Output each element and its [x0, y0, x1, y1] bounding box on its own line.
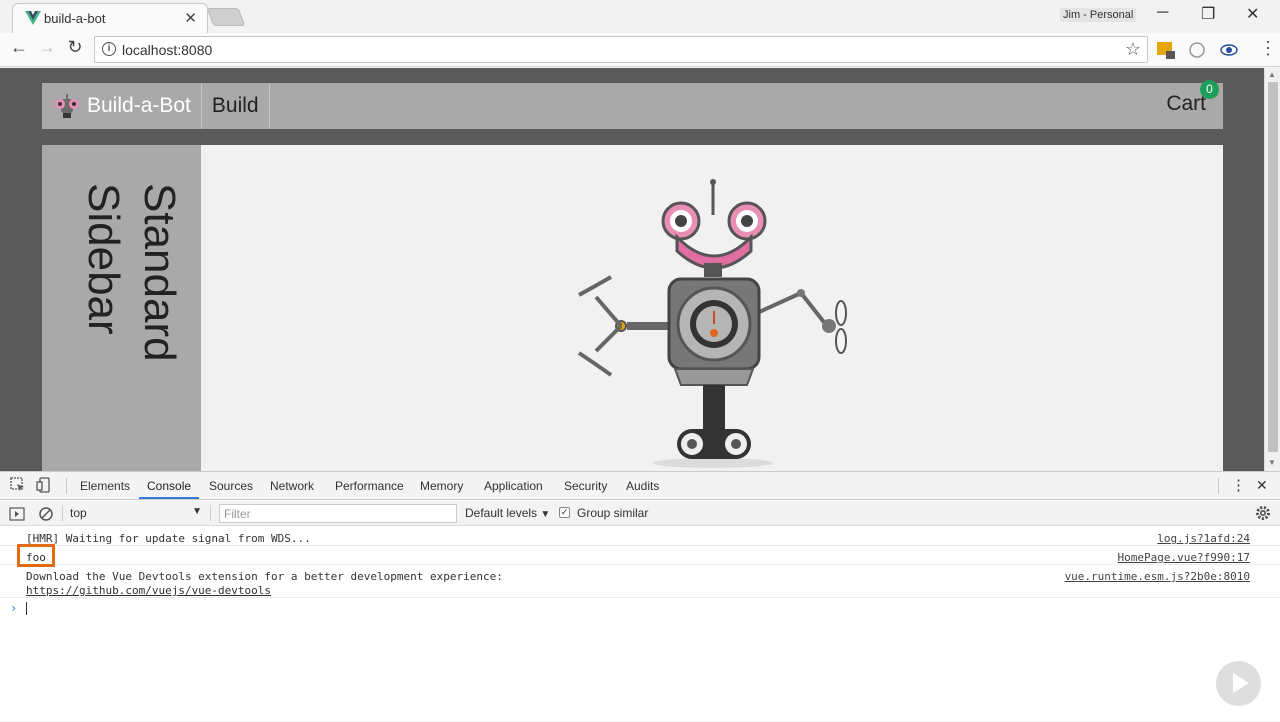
clear-console-icon[interactable]	[38, 506, 54, 522]
group-similar-checkbox[interactable]: ✓	[559, 507, 570, 518]
browser-tab-strip: build-a-bot ✕ Jim - Personal ─ ❐ ✕	[0, 0, 1280, 33]
extension-circle-icon[interactable]	[1188, 41, 1206, 59]
log-levels-label: Default levels	[465, 506, 538, 520]
message-source-link[interactable]: vue.runtime.esm.js?2b0e:8010	[1065, 570, 1250, 583]
scrollbar-thumb[interactable]	[1268, 82, 1278, 452]
home-link[interactable]: Build-a-Bot	[42, 83, 202, 129]
logo-text: Build-a-Bot	[87, 94, 191, 117]
group-similar-label: Group similar	[577, 506, 649, 520]
site-info-icon[interactable]: i	[102, 42, 116, 56]
devtools-tab-bar: Elements Console Sources Network Perform…	[0, 472, 1280, 500]
filter-input[interactable]: Filter	[219, 504, 457, 523]
tab-elements[interactable]: Elements	[80, 479, 130, 493]
back-arrow-icon[interactable]: ←	[8, 37, 30, 58]
tab-close-icon[interactable]: ✕	[184, 9, 197, 27]
console-message: foo HomePage.vue?f990:17	[0, 546, 1280, 565]
app-navbar: Build-a-Bot Build Cart 0	[42, 80, 1223, 129]
divider	[1218, 478, 1219, 494]
device-toolbar-icon[interactable]	[36, 477, 52, 493]
sidebar-text: Standard Sidebar	[79, 183, 184, 362]
tab-audits[interactable]: Audits	[626, 479, 659, 493]
scroll-down-icon[interactable]: ▼	[1268, 458, 1276, 467]
browser-tab[interactable]: build-a-bot ✕	[12, 3, 208, 33]
page-scrollbar[interactable]: ▲ ▼	[1264, 68, 1280, 471]
cart-count-badge: 0	[1200, 80, 1219, 99]
tab-performance[interactable]: Performance	[335, 479, 404, 493]
message-source-link[interactable]: HomePage.vue?f990:17	[1118, 551, 1250, 564]
console-message: Download the Vue Devtools extension for …	[0, 565, 1280, 598]
active-tab-indicator	[139, 497, 199, 499]
sidebar: Standard Sidebar	[42, 145, 201, 471]
console-toolbar: top ▼ Filter Default levels ▼ ✓ Group si…	[0, 501, 1280, 526]
reload-icon[interactable]: ↻	[64, 37, 86, 58]
dropdown-arrow-icon: ▼	[540, 509, 551, 520]
new-tab-button[interactable]	[206, 8, 246, 26]
video-play-icon[interactable]	[1216, 661, 1261, 706]
show-sidebar-icon[interactable]	[9, 506, 25, 522]
tab-application[interactable]: Application	[484, 479, 543, 493]
scroll-up-icon[interactable]: ▲	[1268, 70, 1276, 79]
extension-eye-icon[interactable]	[1220, 41, 1238, 59]
forward-arrow-icon[interactable]: →	[36, 37, 58, 58]
restore-button[interactable]: ❐	[1201, 4, 1215, 24]
tab-console[interactable]: Console	[147, 479, 191, 493]
divider	[62, 505, 63, 521]
browser-toolbar: ← → ↻ i localhost:8080 ☆ ⋮	[0, 33, 1280, 67]
inspect-element-icon[interactable]	[10, 477, 26, 493]
divider	[66, 478, 67, 494]
message-text: Download the Vue Devtools extension for …	[26, 570, 503, 583]
vue-favicon-icon	[25, 11, 41, 25]
minimize-button[interactable]: ─	[1157, 4, 1168, 22]
bookmark-star-icon[interactable]: ☆	[1125, 39, 1141, 60]
dropdown-arrow-icon: ▼	[192, 506, 202, 517]
console-input-caret[interactable]	[26, 602, 27, 615]
tab-title: build-a-bot	[44, 11, 106, 26]
main-content	[201, 145, 1223, 471]
cart-link[interactable]: Cart	[1166, 92, 1206, 116]
close-window-button[interactable]: ✕	[1246, 4, 1259, 24]
browser-menu-icon[interactable]: ⋮	[1259, 38, 1277, 59]
url-text[interactable]: localhost:8080	[122, 42, 212, 58]
devtools-menu-icon[interactable]: ⋮	[1231, 476, 1246, 494]
robot-logo-icon	[55, 94, 79, 118]
message-text: [HMR] Waiting for update signal from WDS…	[26, 532, 311, 545]
divider	[210, 505, 211, 521]
log-levels-dropdown[interactable]: Default levels ▼	[465, 506, 550, 520]
page-viewport: Build-a-Bot Build Cart 0 Standard Sideba…	[0, 68, 1264, 471]
devtools-panel: Elements Console Sources Network Perform…	[0, 471, 1280, 721]
highlight-box	[17, 544, 55, 567]
console-message: [HMR] Waiting for update signal from WDS…	[0, 527, 1280, 546]
tab-security[interactable]: Security	[564, 479, 607, 493]
extension-mail-icon[interactable]	[1157, 41, 1175, 59]
console-prompt-icon: ›	[10, 601, 18, 615]
devtools-close-icon[interactable]: ✕	[1256, 477, 1268, 494]
context-value: top	[70, 506, 87, 520]
robot-illustration	[577, 179, 847, 468]
nav-build-link[interactable]: Build	[202, 83, 270, 129]
tab-network[interactable]: Network	[270, 479, 314, 493]
context-select[interactable]: top ▼	[70, 506, 204, 520]
tab-memory[interactable]: Memory	[420, 479, 463, 493]
console-output: [HMR] Waiting for update signal from WDS…	[0, 527, 1280, 722]
tab-sources[interactable]: Sources	[209, 479, 253, 493]
profile-name[interactable]: Jim - Personal	[1060, 8, 1137, 22]
message-source-link[interactable]: log.js?1afd:24	[1157, 532, 1250, 545]
message-link[interactable]: https://github.com/vuejs/vue-devtools	[26, 584, 271, 597]
address-bar[interactable]: i localhost:8080 ☆	[94, 36, 1148, 63]
console-settings-gear-icon[interactable]	[1255, 505, 1271, 521]
